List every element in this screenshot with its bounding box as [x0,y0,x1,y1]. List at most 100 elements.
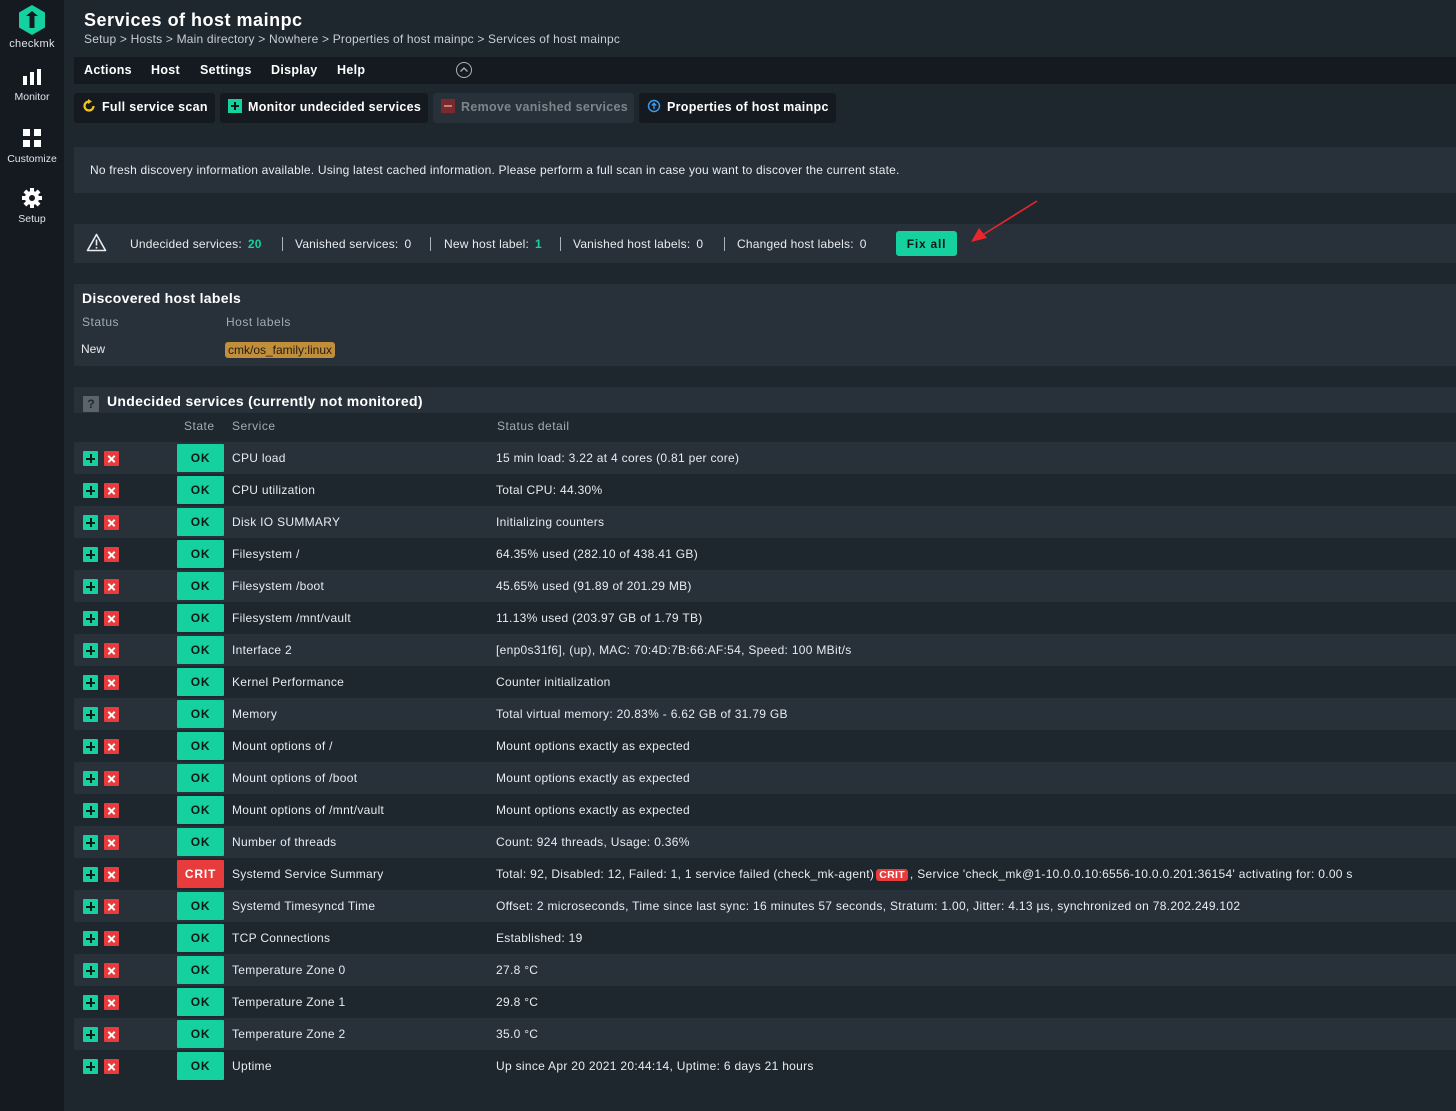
sidebar-item-monitor[interactable]: Monitor [0,68,64,103]
table-row: OK CPU load 15 min load: 3.22 at 4 cores (… [74,442,1456,474]
table-row: OK Disk IO SUMMARY Initializing counters [74,506,1456,538]
disable-service-close-icon[interactable] [104,547,119,562]
properties-host-button[interactable]: Properties of host mainpc [639,93,836,123]
status-detail: 15 min load: 3.22 at 4 cores (0.81 per c… [496,451,739,465]
status-detail-text: Offset: 2 microseconds, Time since last … [496,899,1241,913]
monitor-service-plus-icon[interactable] [83,451,98,466]
disable-service-close-icon[interactable] [104,1027,119,1042]
table-header: State Service Status detail [74,413,1456,438]
monitor-service-plus-icon[interactable] [83,707,98,722]
status-detail-text: Up since Apr 20 2021 20:44:14, Uptime: 6… [496,1059,814,1073]
monitor-service-plus-icon[interactable] [83,483,98,498]
section-header: ? Undecided services (currently not moni… [74,387,1456,413]
monitor-service-plus-icon[interactable] [83,931,98,946]
menu-display[interactable]: Display [271,63,318,77]
menu-bar: Actions Host Settings Display Help [74,57,1456,84]
warning-icon [86,233,107,255]
menu-help[interactable]: Help [337,63,365,77]
new-host-label-count: New host label: 1 [444,237,542,251]
table-row: OK CPU utilization Total CPU: 44.30% [74,474,1456,506]
divider [724,237,725,251]
disable-service-close-icon[interactable] [104,963,119,978]
disable-service-close-icon[interactable] [104,771,119,786]
full-service-scan-label: Full service scan [102,100,208,114]
monitor-service-plus-icon[interactable] [83,803,98,818]
status-detail-text: 15 min load: 3.22 at 4 cores (0.81 per c… [496,451,740,465]
status-detail: Total: 92, Disabled: 12, Failed: 1, 1 se… [496,867,1353,881]
monitor-service-plus-icon[interactable] [83,867,98,882]
column-header-state: State [184,419,215,433]
menu-settings[interactable]: Settings [200,63,252,77]
column-header-host-labels: Host labels [226,315,291,329]
disable-service-close-icon[interactable] [104,899,119,914]
disable-service-close-icon[interactable] [104,707,119,722]
monitor-service-plus-icon[interactable] [83,739,98,754]
state-badge: OK [177,508,224,536]
monitor-service-plus-icon[interactable] [83,1059,98,1074]
state-badge: OK [177,988,224,1016]
disable-service-close-icon[interactable] [104,1059,119,1074]
monitor-undecided-button[interactable]: Monitor undecided services [220,93,428,123]
disable-service-close-icon[interactable] [104,579,119,594]
disable-service-close-icon[interactable] [104,675,119,690]
menu-host[interactable]: Host [151,63,180,77]
monitor-service-plus-icon[interactable] [83,1027,98,1042]
state-badge: OK [177,732,224,760]
full-service-scan-button[interactable]: Full service scan [74,93,215,123]
disable-service-close-icon[interactable] [104,515,119,530]
breadcrumb[interactable]: Setup > Hosts > Main directory > Nowhere… [84,32,620,46]
monitor-service-plus-icon[interactable] [83,675,98,690]
disable-service-close-icon[interactable] [104,995,119,1010]
divider [282,237,283,251]
menu-actions[interactable]: Actions [84,63,132,77]
disable-service-close-icon[interactable] [104,483,119,498]
sidebar-item-setup[interactable]: Setup [0,188,64,225]
service-name: Uptime [232,1059,272,1073]
monitor-service-plus-icon[interactable] [83,771,98,786]
state-badge: OK [177,956,224,984]
section-title: Undecided services (currently not monito… [107,393,423,409]
service-name: Temperature Zone 0 [232,963,346,977]
help-icon[interactable]: ? [83,396,99,412]
disable-service-close-icon[interactable] [104,835,119,850]
disable-service-close-icon[interactable] [104,803,119,818]
state-badge: CRIT [177,860,224,888]
monitor-service-plus-icon[interactable] [83,579,98,594]
logo-text: checkmk [9,38,55,50]
state-badge: OK [177,828,224,856]
monitor-service-plus-icon[interactable] [83,963,98,978]
service-name: Filesystem /mnt/vault [232,611,351,625]
service-name: TCP Connections [232,931,331,945]
monitor-service-plus-icon[interactable] [83,515,98,530]
fix-all-button[interactable]: Fix all [896,231,957,256]
status-detail: Offset: 2 microseconds, Time since last … [496,899,1240,913]
monitor-service-plus-icon[interactable] [83,995,98,1010]
collapse-menu-toggle[interactable] [456,62,472,78]
divider [560,237,561,251]
monitor-service-plus-icon[interactable] [83,835,98,850]
remove-vanished-button[interactable]: Remove vanished services [433,93,634,123]
discovered-host-labels-section: Discovered host labels Status Host label… [74,284,1456,366]
sidebar-item-customize[interactable]: Customize [0,128,64,165]
status-detail: Established: 19 [496,931,583,945]
disable-service-close-icon[interactable] [104,451,119,466]
status-detail: 64.35% used (282.10 of 438.41 GB) [496,547,698,561]
monitor-service-plus-icon[interactable] [83,547,98,562]
table-row: OK Kernel Performance Counter initializati… [74,666,1456,698]
host-label-chip[interactable]: cmk/os_family:linux [225,342,336,358]
table-row: OK Temperature Zone 0 27.8 °C [74,954,1456,986]
disable-service-close-icon[interactable] [104,643,119,658]
table-row: OK Uptime Up since Apr 20 2021 20:44:14, U… [74,1050,1456,1082]
disable-service-close-icon[interactable] [104,931,119,946]
status-detail-text: Established: 19 [496,931,583,945]
disable-service-close-icon[interactable] [104,611,119,626]
gear-icon [22,188,42,208]
monitor-service-plus-icon[interactable] [83,643,98,658]
state-badge: OK [177,604,224,632]
monitor-service-plus-icon[interactable] [83,611,98,626]
monitor-service-plus-icon[interactable] [83,899,98,914]
disable-service-close-icon[interactable] [104,739,119,754]
disable-service-close-icon[interactable] [104,867,119,882]
checkmk-logo[interactable]: checkmk [0,4,64,50]
service-name: Mount options of /mnt/vault [232,803,385,817]
